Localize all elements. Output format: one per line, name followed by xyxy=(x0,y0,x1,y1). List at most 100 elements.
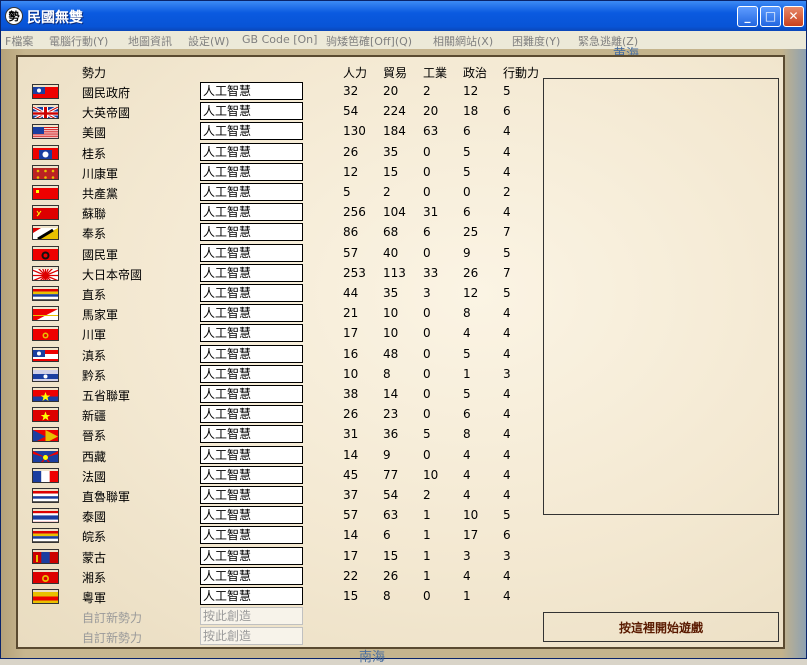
faction-row[interactable]: 大日本帝國 人工智慧 253 113 33 26 7 xyxy=(18,263,538,283)
stat-action: 2 xyxy=(503,185,511,199)
flag-icon xyxy=(32,164,59,180)
controller-select[interactable]: 人工智慧 xyxy=(200,243,303,262)
faction-row[interactable]: 川康軍 人工智慧 12 15 0 5 4 xyxy=(18,162,538,182)
controller-select[interactable]: 人工智慧 xyxy=(200,566,303,585)
minimize-button[interactable]: _ xyxy=(737,6,758,27)
menu-item[interactable]: 相關網站(X) xyxy=(433,33,493,49)
stat-industry: 0 xyxy=(423,447,431,462)
faction-row[interactable]: 西藏 人工智慧 14 9 0 4 4 xyxy=(18,445,538,465)
stat-manpower: 14 xyxy=(343,528,359,543)
faction-name: 共產黨 xyxy=(82,187,119,201)
faction-row[interactable]: 直魯聯軍 人工智慧 37 54 2 4 4 xyxy=(18,485,538,505)
controller-select[interactable]: 人工智慧 xyxy=(200,304,303,323)
faction-row[interactable]: 桂系 人工智慧 26 35 0 5 4 xyxy=(18,142,538,162)
create-faction-button[interactable]: 按此創造 xyxy=(200,627,303,646)
stat-action: 4 xyxy=(503,387,511,401)
custom-faction-row[interactable]: 自訂新勢力 按此創造 xyxy=(18,606,538,626)
faction-row[interactable]: 共產黨 人工智慧 5 2 0 0 2 xyxy=(18,182,538,202)
controller-select[interactable]: 人工智慧 xyxy=(200,263,303,282)
controller-select[interactable]: 人工智慧 xyxy=(200,183,303,201)
faction-row[interactable]: 直系 人工智慧 44 35 3 12 5 xyxy=(18,283,538,303)
controller-select[interactable]: 人工智慧 xyxy=(200,486,303,504)
faction-name: 馬家軍 xyxy=(82,308,119,323)
menu-item[interactable]: 驹矮笆確[Off](Q) xyxy=(326,33,412,49)
stat-action: 4 xyxy=(503,407,511,422)
controller-select[interactable]: 人工智慧 xyxy=(200,142,303,161)
faction-name: 黔系 xyxy=(82,368,107,383)
controller-select[interactable]: 人工智慧 xyxy=(200,223,303,242)
controller-select[interactable]: 人工智慧 xyxy=(200,425,303,444)
stat-trade: 104 xyxy=(383,205,406,220)
controller-select[interactable]: 人工智慧 xyxy=(200,364,303,383)
custom-faction-row[interactable]: 自訂新勢力 按此創造 xyxy=(18,626,538,646)
menu-item[interactable]: 設定(W) xyxy=(188,33,229,49)
header-faction: 勢力 xyxy=(82,66,107,80)
controller-select[interactable]: 人工智慧 xyxy=(200,162,303,181)
controller-select[interactable]: 人工智慧 xyxy=(200,203,303,222)
controller-select[interactable]: 人工智慧 xyxy=(200,506,303,525)
stat-manpower: 45 xyxy=(343,467,359,482)
stat-trade: 48 xyxy=(383,346,399,361)
stat-manpower: 31 xyxy=(343,427,359,442)
controller-select[interactable]: 人工智慧 xyxy=(200,82,303,100)
menu-item[interactable]: 困難度(Y) xyxy=(512,33,560,49)
controller-select[interactable]: 人工智慧 xyxy=(200,465,303,484)
menu-item[interactable]: 地圖資訊 xyxy=(128,33,172,49)
start-game-button[interactable]: 按這裡開始遊戲 xyxy=(543,612,779,642)
faction-row[interactable]: 奉系 人工智慧 86 68 6 25 7 xyxy=(18,222,538,242)
controller-select[interactable]: 人工智慧 xyxy=(200,385,303,403)
menu-item[interactable]: F檔案 xyxy=(5,33,33,49)
controller-select[interactable]: 人工智慧 xyxy=(200,122,303,141)
faction-row[interactable]: 泰國 人工智慧 57 63 1 10 5 xyxy=(18,505,538,525)
flag-icon xyxy=(32,245,59,261)
stat-action: 7 xyxy=(503,225,511,240)
create-faction-button[interactable]: 按此創造 xyxy=(200,607,303,626)
faction-row[interactable]: 法國 人工智慧 45 77 10 4 4 xyxy=(18,465,538,485)
menu-bar: F檔案 電腦行動(Y) 地圖資訊 設定(W) GB Code [On] 驹矮笆確[Off]… xyxy=(1,31,806,49)
faction-name: 蒙古 xyxy=(82,550,107,565)
flag-icon xyxy=(32,84,59,99)
title-bar[interactable]: 勢 民國無雙 _ □ ✕ xyxy=(1,1,806,31)
faction-row[interactable]: 滇系 人工智慧 16 48 0 5 4 xyxy=(18,344,538,364)
controller-select[interactable]: 人工智慧 xyxy=(200,102,303,121)
controller-select[interactable]: 人工智慧 xyxy=(200,587,303,605)
stat-industry: 31 xyxy=(423,205,439,220)
stat-manpower: 22 xyxy=(343,568,359,583)
faction-row[interactable]: 蘇聯 人工智慧 256 104 31 6 4 xyxy=(18,202,538,222)
faction-row[interactable]: 湘系 人工智慧 22 26 1 4 4 xyxy=(18,566,538,586)
stat-manpower: 253 xyxy=(343,265,366,280)
faction-row[interactable]: 黔系 人工智慧 10 8 0 1 3 xyxy=(18,364,538,384)
close-button[interactable]: ✕ xyxy=(783,6,804,27)
controller-select[interactable]: 人工智慧 xyxy=(200,445,303,464)
faction-row[interactable]: 美國 人工智慧 130 184 63 6 4 xyxy=(18,121,538,141)
controller-select[interactable]: 人工智慧 xyxy=(200,284,303,302)
faction-name: 泰國 xyxy=(82,510,107,525)
controller-select[interactable]: 人工智慧 xyxy=(200,324,303,343)
faction-row[interactable]: 皖系 人工智慧 14 6 1 17 6 xyxy=(18,525,538,545)
faction-row[interactable]: 國民政府 人工智慧 32 20 2 12 5 xyxy=(18,81,538,101)
flag-icon xyxy=(32,467,59,483)
app-icon[interactable]: 勢 xyxy=(5,7,23,25)
stat-manpower: 130 xyxy=(343,124,366,139)
stat-industry: 6 xyxy=(423,225,431,240)
menu-item[interactable]: GB Code [On] xyxy=(242,33,317,46)
faction-row[interactable]: 國民軍 人工智慧 57 40 0 9 5 xyxy=(18,243,538,263)
faction-row[interactable]: 大英帝國 人工智慧 54 224 20 18 6 xyxy=(18,101,538,121)
stat-politics: 8 xyxy=(463,306,471,321)
controller-select[interactable]: 人工智慧 xyxy=(200,405,303,424)
stat-trade: 184 xyxy=(383,124,406,139)
controller-select[interactable]: 人工智慧 xyxy=(200,344,303,363)
controller-select[interactable]: 人工智慧 xyxy=(200,546,303,565)
faction-row[interactable]: 川軍 人工智慧 17 10 0 4 4 xyxy=(18,323,538,343)
faction-row[interactable]: 粵軍 人工智慧 15 8 0 1 4 xyxy=(18,586,538,606)
faction-row[interactable]: 五省聯軍 人工智慧 38 14 0 5 4 xyxy=(18,384,538,404)
faction-row[interactable]: 新疆 人工智慧 26 23 0 6 4 xyxy=(18,404,538,424)
menu-item[interactable]: 電腦行動(Y) xyxy=(49,33,108,49)
faction-row[interactable]: 蒙古 人工智慧 17 15 1 3 3 xyxy=(18,546,538,566)
faction-row[interactable]: 晉系 人工智慧 31 36 5 8 4 xyxy=(18,424,538,444)
controller-select[interactable]: 人工智慧 xyxy=(200,526,303,545)
maximize-button[interactable]: □ xyxy=(760,6,781,27)
map-edge xyxy=(790,55,806,649)
stat-politics: 5 xyxy=(463,164,471,179)
faction-row[interactable]: 馬家軍 人工智慧 21 10 0 8 4 xyxy=(18,303,538,323)
